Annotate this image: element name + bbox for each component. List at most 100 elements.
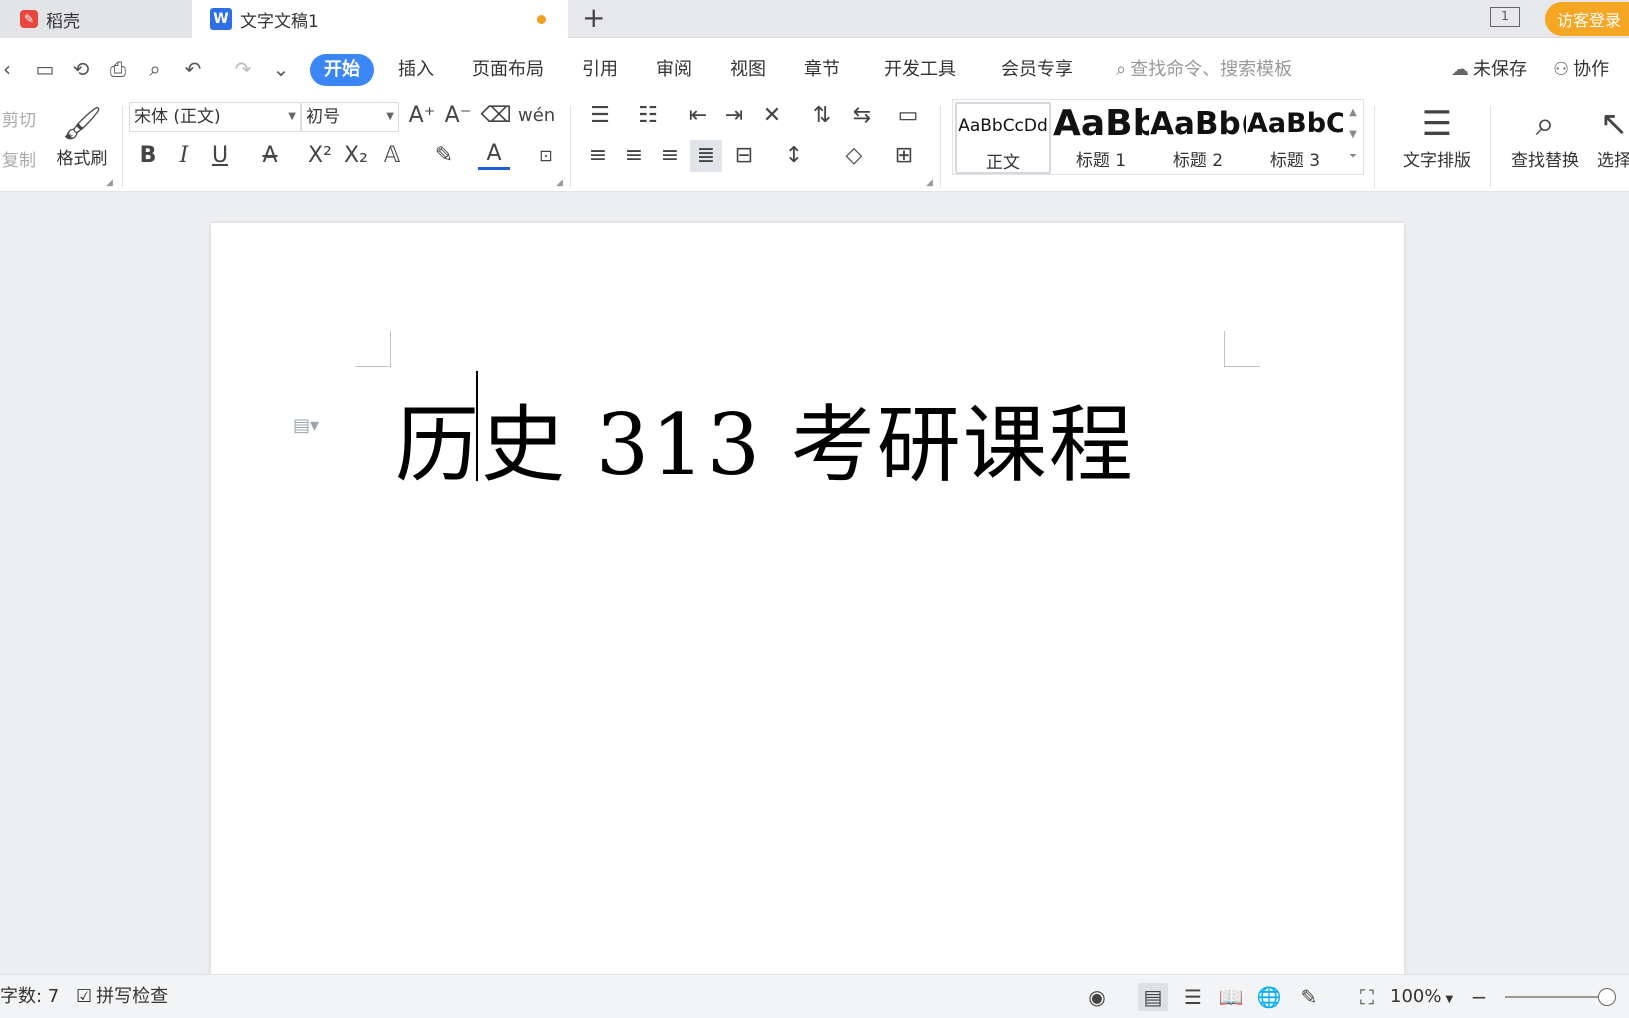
zoom-slider-handle[interactable] [1598,988,1616,1006]
align-left-icon[interactable]: ≡ [582,140,614,172]
italic-icon[interactable]: I [168,140,200,172]
clear-format-icon[interactable]: ⌫ [480,100,512,132]
font-name-select[interactable]: 宋体 (正文) ▼ [129,102,301,132]
fit-page-icon[interactable]: ⛶ [1352,983,1382,1011]
redo-icon[interactable]: ↷ [230,56,256,82]
style-preview: AaBb( [1150,106,1246,142]
spell-check-button[interactable]: ☑ 拼写检查 [76,983,168,1011]
menu-page-layout[interactable]: 页面布局 [472,54,544,86]
numbered-list-icon[interactable]: ☷ [632,100,664,132]
menu-developer-tools[interactable]: 开发工具 [884,54,956,86]
clipboard-expand-icon[interactable]: ◢ [106,178,113,188]
borders-icon[interactable]: ⊞ [888,140,920,172]
document-title-text[interactable]: 历史 313 考研课程 [395,378,1135,499]
line-spacing-icon[interactable]: ↕ [778,140,810,172]
chevron-left-icon[interactable]: ‹ [0,56,20,82]
menu-insert[interactable]: 插入 [398,54,434,86]
bold-icon[interactable]: B [132,140,164,172]
customize-chevron-icon[interactable]: ⌄ [268,56,294,82]
paragraph-expand-icon[interactable]: ◢ [926,178,933,188]
style-heading-3[interactable]: AaBbC 标题 3 [1247,102,1343,174]
strikethrough-icon[interactable]: A [254,140,286,172]
align-right-icon[interactable]: ≡ [654,140,686,172]
sort-icon[interactable]: ⇅ [806,100,838,132]
increase-font-icon[interactable]: A⁺ [406,100,438,132]
font-color-icon[interactable]: A [478,140,510,170]
command-search[interactable]: ⌕ 查找命令、搜索模板 [1116,54,1292,86]
underline-icon[interactable]: U [204,140,236,172]
new-tab-button[interactable]: + [582,3,605,33]
menu-member[interactable]: 会员专享 [1001,54,1073,86]
gallery-expand-icon[interactable]: ⏷ [1344,146,1362,168]
style-preview: AaBbCcDd [958,116,1048,136]
visitor-login-button[interactable]: 访客登录 [1545,2,1629,36]
print-preview-icon[interactable]: ⌕ [142,56,168,82]
menu-references[interactable]: 引用 [582,54,618,86]
character-border-icon[interactable]: ⊡ [530,140,562,172]
style-heading-2[interactable]: AaBb( 标题 2 [1150,102,1246,174]
justify-icon[interactable]: ≣ [690,140,722,172]
tab-daoke[interactable]: ✎ 稻壳 [0,0,192,38]
chevron-down-icon: ▼ [288,111,296,122]
font-expand-icon[interactable]: ◢ [556,178,563,188]
daoke-logo-icon: ✎ [20,10,38,28]
search-icon: ⌕ [1116,59,1127,80]
select-button[interactable]: ↖ 选择 [1594,102,1629,171]
style-normal[interactable]: AaBbCcDd 正文 [955,102,1051,174]
divider [1374,106,1375,188]
document-page[interactable]: ▤▾ 历史 313 考研课程 [211,223,1404,983]
increase-indent-icon[interactable]: ⇥ [718,100,750,132]
phonetic-guide-icon[interactable]: wén [518,100,555,132]
text-layout-button[interactable]: ☰ 文字排版 [1384,102,1490,171]
superscript-icon[interactable]: X² [304,140,336,172]
format-brush-button[interactable]: 🖌 格式刷 [52,102,112,169]
ruler-icon[interactable]: ▭ [892,100,924,132]
web-view-icon[interactable]: 🌐 [1254,983,1284,1011]
chevron-up-icon[interactable]: ▲ [1344,102,1362,124]
menu-review[interactable]: 审阅 [656,54,692,86]
text-direction-icon[interactable]: ⇆ [846,100,878,132]
undo-icon[interactable]: ↶ [180,56,206,82]
reading-view-icon[interactable]: 📖 [1216,983,1246,1011]
save-status-button[interactable]: ☁ 未保存 [1451,54,1527,86]
menu-home[interactable]: 开始 [310,54,374,86]
gallery-scroll[interactable]: ▲ ▼ ⏷ [1344,102,1362,168]
find-replace-button[interactable]: ⌕ 查找替换 [1500,102,1590,171]
format-painter-small-icon[interactable]: ⟲ [68,56,94,82]
paragraph-handle-icon[interactable]: ▤▾ [293,415,319,436]
subscript-icon[interactable]: X₂ [340,140,372,172]
write-mode-icon[interactable]: ✎ [1294,983,1324,1011]
zoom-slider[interactable] [1505,996,1605,998]
chinese-layout-icon[interactable]: ✕ [756,100,788,132]
menu-chapter[interactable]: 章节 [804,54,840,86]
font-size-select[interactable]: 初号 ▼ [301,102,399,132]
align-center-icon[interactable]: ≡ [618,140,650,172]
window-count-icon[interactable]: 1 [1490,7,1520,27]
decrease-font-icon[interactable]: A⁻ [442,100,474,132]
style-heading-1[interactable]: AaBb 标题 1 [1053,102,1149,174]
eye-protection-icon[interactable]: ◉ [1082,983,1112,1011]
zoom-out-icon[interactable]: − [1464,983,1494,1011]
spell-check-label: 拼写检查 [96,986,169,1007]
shading-icon[interactable]: ◇ [838,140,870,172]
text-effect-icon[interactable]: 𝔸 [376,140,408,172]
tab-document[interactable]: W 文字文稿1 [192,0,568,38]
decrease-indent-icon[interactable]: ⇤ [682,100,714,132]
highlight-icon[interactable]: ✎ [428,140,460,172]
zoom-select[interactable]: 100% ▼ [1390,983,1453,1011]
chevron-down-icon[interactable]: ▼ [1344,124,1362,146]
copy-button[interactable]: 复制 [2,146,36,171]
collaborate-label: 协作 [1573,59,1610,80]
bullet-list-icon[interactable]: ☰ [584,100,616,132]
save-icon[interactable]: ▭ [32,56,58,82]
page-view-icon[interactable]: ▤ [1138,983,1168,1011]
distribute-icon[interactable]: ⊟ [728,140,760,172]
outline-view-icon[interactable]: ☰ [1178,983,1208,1011]
save-status-label: 未保存 [1473,59,1527,80]
menu-view[interactable]: 视图 [730,54,766,86]
print-icon[interactable]: ⎙ [105,56,131,82]
cut-button[interactable]: 剪切 [2,106,36,131]
font-name-value: 宋体 (正文) [134,107,221,127]
word-count[interactable]: 字数: 7 [0,983,59,1011]
collaborate-button[interactable]: ⚇ 协作 [1553,54,1609,86]
